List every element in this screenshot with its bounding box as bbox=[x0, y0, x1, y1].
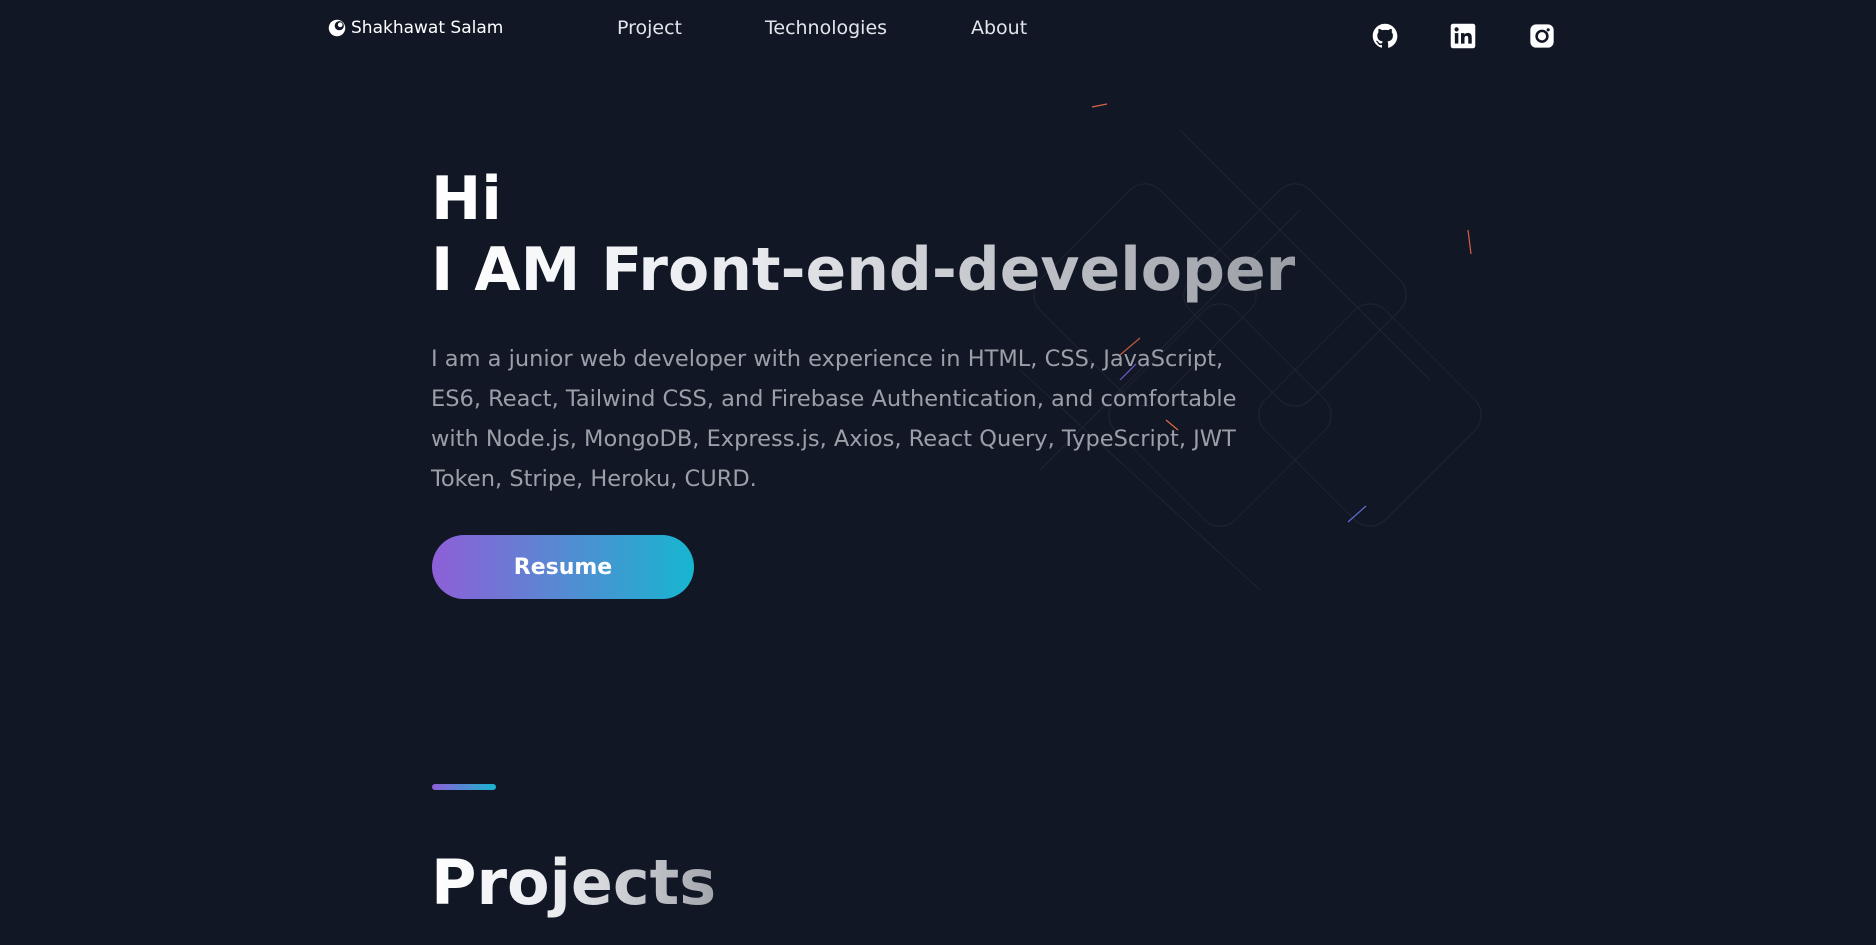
section-accent-bar bbox=[432, 784, 496, 790]
nav-link-project[interactable]: Project bbox=[617, 17, 682, 39]
hero-greeting: Hi bbox=[431, 164, 502, 234]
github-link[interactable] bbox=[1371, 22, 1399, 50]
instagram-icon bbox=[1530, 24, 1554, 48]
nav-link-technologies[interactable]: Technologies bbox=[765, 17, 887, 39]
brand-logo-link[interactable]: Shakhawat Salam bbox=[326, 17, 503, 39]
hero-title: I AM Front-end-developer bbox=[431, 235, 1296, 305]
github-icon bbox=[1372, 23, 1398, 48]
linkedin-link[interactable] bbox=[1449, 22, 1477, 50]
instagram-link[interactable] bbox=[1528, 22, 1556, 50]
projects-section-title: Projects bbox=[431, 846, 717, 919]
linkedin-icon bbox=[1450, 23, 1476, 49]
resume-button[interactable]: Resume bbox=[432, 535, 694, 599]
circle-swirl-logo-icon bbox=[328, 19, 346, 37]
hero-description: I am a junior web developer with experie… bbox=[431, 346, 1237, 492]
portfolio-page: Shakhawat Salam Project Technologies Abo… bbox=[0, 0, 1876, 945]
nav-link-about[interactable]: About bbox=[971, 17, 1027, 39]
brand-name: Shakhawat Salam bbox=[351, 18, 504, 38]
